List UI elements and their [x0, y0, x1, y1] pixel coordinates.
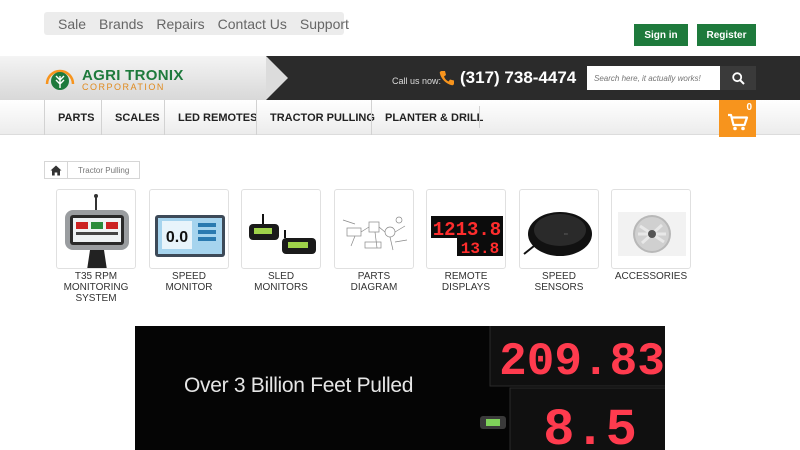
nav-item-led-remotes[interactable]: LED REMOTES — [164, 100, 258, 135]
top-utility-nav: Sale Brands Repairs Contact Us Support — [44, 12, 349, 35]
home-icon — [50, 165, 62, 175]
speed-sensor-image: ▭ — [519, 189, 599, 269]
parts-diagram-image — [334, 189, 414, 269]
breadcrumb-home[interactable] — [44, 161, 68, 179]
tile-label: SPEED MONITOR — [165, 271, 213, 293]
search-button[interactable] — [720, 66, 756, 90]
remote-displays-image: 1213.8 13.8 — [426, 189, 506, 269]
nav-item-parts[interactable]: PARTS — [44, 100, 101, 135]
category-tile-remote-displays[interactable]: 1213.8 13.8 REMOTE DISPLAYS — [426, 189, 506, 293]
brand-logo-icon — [45, 69, 75, 90]
tile-label: ACCESSORIES — [614, 271, 688, 282]
topnav-link-repairs[interactable]: Repairs — [156, 16, 204, 32]
category-tile-speed-monitor[interactable]: 0.0 SPEED MONITOR — [149, 189, 229, 293]
nav-item-scales[interactable]: SCALES — [101, 100, 164, 135]
sled-monitors-image — [241, 189, 321, 269]
nav-item-label: PLANTER & DRILL — [385, 111, 484, 124]
tile-label: T35 RPM MONITORING SYSTEM — [63, 271, 129, 304]
brand-subtitle: CORPORATION — [82, 82, 165, 92]
rpm-monitor-image — [56, 189, 136, 269]
nav-item-label: SCALES — [115, 111, 160, 124]
banner-display-bottom: 8.5 — [543, 401, 637, 450]
nav-item-planter-drill[interactable]: PLANTER & DRILL — [371, 100, 483, 135]
category-tile-sled-monitors[interactable]: SLED MONITORS — [241, 189, 321, 293]
nav-item-label: LED REMOTES — [178, 111, 258, 124]
banner-display-top: 209.83 — [499, 336, 665, 388]
tile-label: SLED MONITORS — [254, 271, 308, 293]
search-icon — [731, 71, 745, 85]
nav-item-tractor-pulling[interactable]: TRACTOR PULLING — [256, 100, 375, 135]
svg-text:▭: ▭ — [564, 231, 568, 236]
tile-label: SPEED SENSORS — [534, 271, 584, 293]
search-input[interactable] — [587, 66, 720, 90]
category-tile-accessories[interactable]: ACCESSORIES — [611, 189, 691, 282]
led-display-image: 209.83 8.5 — [480, 326, 665, 450]
banner-headline: Over 3 Billion Feet Pulled — [184, 374, 414, 397]
nav-item-label: PARTS — [58, 111, 95, 124]
call-us-label: Call us now: — [392, 76, 442, 86]
breadcrumb-current: Tractor Pulling — [68, 161, 141, 179]
phone-number[interactable]: (317) 738-4474 — [460, 68, 576, 88]
nav-divider — [479, 106, 480, 128]
category-tile-rpm-monitor[interactable]: T35 RPM MONITORING SYSTEM — [56, 189, 136, 304]
category-tile-speed-sensors[interactable]: ▭ SPEED SENSORS — [519, 189, 599, 293]
register-button[interactable]: Register — [697, 24, 756, 46]
remote-display-bottom: 13.8 — [461, 240, 499, 258]
promo-banner[interactable]: Over 3 Billion Feet Pulled 209.83 8.5 — [135, 326, 665, 450]
topnav-link-support[interactable]: Support — [300, 16, 349, 32]
speed-monitor-image: 0.0 — [149, 189, 229, 269]
category-tile-parts-diagram[interactable]: PARTS DIAGRAM — [334, 189, 414, 293]
remote-display-top: 1213.8 — [433, 219, 501, 241]
nav-item-label: TRACTOR PULLING — [270, 111, 375, 124]
sign-in-button[interactable]: Sign in — [634, 24, 688, 46]
tile-label: PARTS DIAGRAM — [350, 271, 398, 293]
topnav-link-contact[interactable]: Contact Us — [218, 16, 287, 32]
breadcrumb: Tractor Pulling — [44, 161, 141, 179]
tile-label: REMOTE DISPLAYS — [441, 271, 491, 293]
logo-panel-arrow — [266, 56, 288, 100]
cart-count: 0 — [746, 102, 752, 113]
accessories-image — [611, 189, 691, 269]
topnav-link-sale[interactable]: Sale — [58, 16, 86, 32]
phone-icon — [439, 71, 454, 86]
speed-readout: 0.0 — [166, 229, 188, 246]
cart-icon — [728, 113, 749, 131]
cart-button[interactable]: 0 — [719, 100, 756, 137]
topnav-link-brands[interactable]: Brands — [99, 16, 143, 32]
